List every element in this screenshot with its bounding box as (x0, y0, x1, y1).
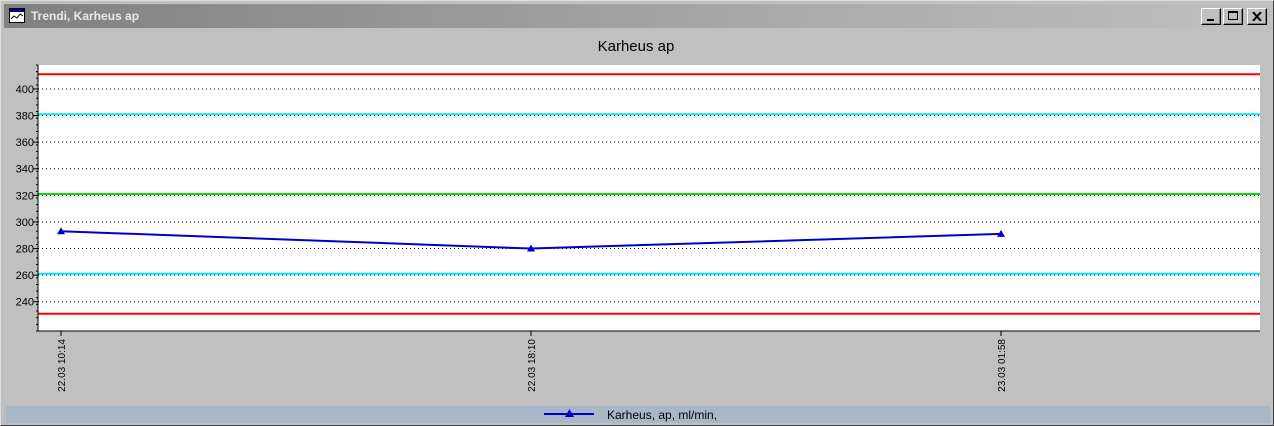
maximize-button[interactable] (1223, 8, 1243, 25)
plot-area (38, 65, 1260, 331)
chart-title: Karheus ap (598, 38, 675, 55)
y-tick-label: 380 (16, 111, 34, 123)
close-button[interactable] (1247, 8, 1267, 25)
legend: Karheus, ap, ml/min, (6, 406, 1270, 423)
chart-window-icon[interactable] (9, 8, 25, 23)
x-tick-label: 22.03 10:14 (57, 339, 68, 392)
title-bar[interactable]: Trendi, Karheus ap (4, 4, 1270, 28)
y-tick-label: 300 (16, 217, 34, 229)
minimize-icon (1207, 19, 1214, 21)
legend-series-label: Karheus, ap, ml/min, (607, 408, 718, 422)
maximize-icon (1228, 11, 1238, 20)
trend-window: Trendi, Karheus ap Karheus ap 240 260 280 3… (0, 0, 1274, 426)
y-tick-label: 260 (16, 270, 34, 282)
y-tick-label: 360 (16, 137, 34, 149)
y-tick-label: 400 (16, 84, 34, 96)
y-tick-label: 320 (16, 190, 34, 202)
y-tick-label: 340 (16, 164, 34, 176)
triangle-marker-icon (565, 409, 574, 417)
y-tick-label: 240 (16, 297, 34, 309)
y-tick-label: 280 (16, 244, 34, 256)
chart-area: Karheus ap 240 260 280 300 320 340 360 380 400 2… (6, 31, 1270, 421)
minimize-button[interactable] (1201, 8, 1221, 25)
x-tick-label: 23.03 01:58 (997, 339, 1008, 392)
x-tick-label: 22.03 18:10 (527, 339, 538, 392)
trend-chart: Karheus ap 240 260 280 300 320 340 360 380 400 2… (16, 38, 1260, 392)
window-title: Trendi, Karheus ap (31, 9, 140, 23)
close-icon (1252, 12, 1262, 21)
